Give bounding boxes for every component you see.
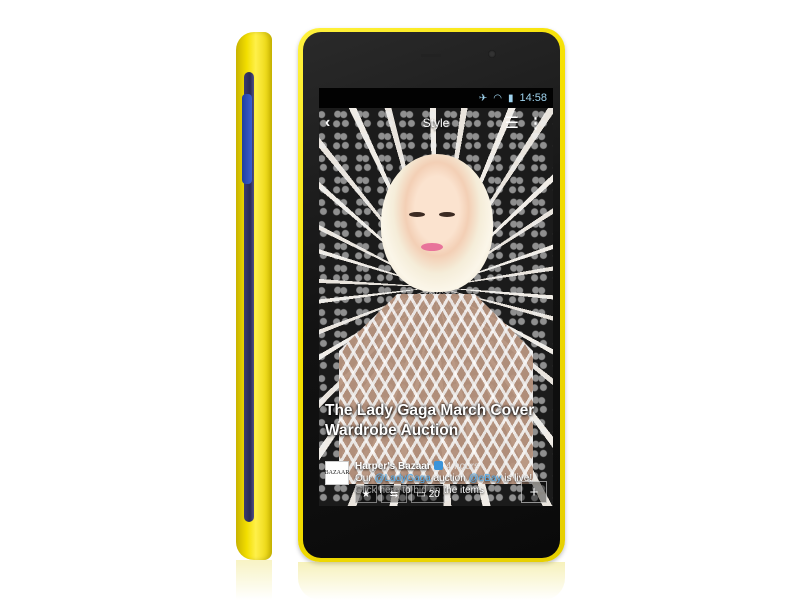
signal-icon: ✈ [478,92,488,104]
lips [421,243,443,251]
tweet-actions: ★ ⇆ ▭ 20 [355,485,445,503]
left-eye [409,212,425,217]
plus-icon[interactable]: + [521,481,547,503]
front-camera [488,50,496,58]
retweet-icon[interactable]: ⇆ [381,485,407,503]
status-bar: ✈ ◠ ▮ 14:58 [319,88,553,108]
battery-icon: ▮ [507,92,514,104]
tweet-body-prefix: Our [355,473,375,484]
tweet-time: 4 hours [445,461,480,472]
table-of-contents-icon[interactable]: ☰ [505,113,519,133]
tweet-author[interactable]: Harper's Bazaar [355,461,431,472]
volume-button [242,94,252,184]
tweet-header: Harper's Bazaar 4 hours [355,461,479,472]
mention-ebay[interactable]: @eBay [469,473,502,484]
portrait-face [381,154,493,292]
comment-count: 20 [428,488,440,500]
phone-face: ✈ ◠ ▮ 14:58 ‹ Style ☰ ⋮ The Lady Gaga Ma… [303,32,560,558]
lace-collar [339,294,533,484]
cover-image[interactable] [319,108,553,506]
twitter-bird-icon [433,461,443,470]
overflow-menu-icon[interactable]: ⋮ [528,114,543,132]
front-reflection [298,562,565,600]
phone-front: ✈ ◠ ▮ 14:58 ‹ Style ☰ ⋮ The Lady Gaga Ma… [298,28,565,562]
status-time: 14:58 [519,92,547,104]
article-headline[interactable]: The Lady Gaga March Cover Wardrobe Aucti… [325,401,551,441]
star-icon[interactable]: ★ [355,485,377,503]
app-bar: ‹ Style ☰ ⋮ [319,108,553,138]
wifi-icon: ◠ [493,92,502,104]
avatar[interactable]: BAZAAR [325,461,349,485]
earpiece [421,54,441,57]
phone-screen: ✈ ◠ ▮ 14:58 ‹ Style ☰ ⋮ The Lady Gaga Ma… [319,88,553,506]
comment-button[interactable]: ▭ 20 [411,485,445,503]
phone-side-view [236,32,272,560]
side-reflection [236,560,272,600]
comment-icon: ▭ [416,488,426,500]
mention-ladygaga[interactable]: @LadyGaga [374,473,430,484]
tweet-body-middle: auction [430,473,469,484]
right-eye [439,212,455,217]
